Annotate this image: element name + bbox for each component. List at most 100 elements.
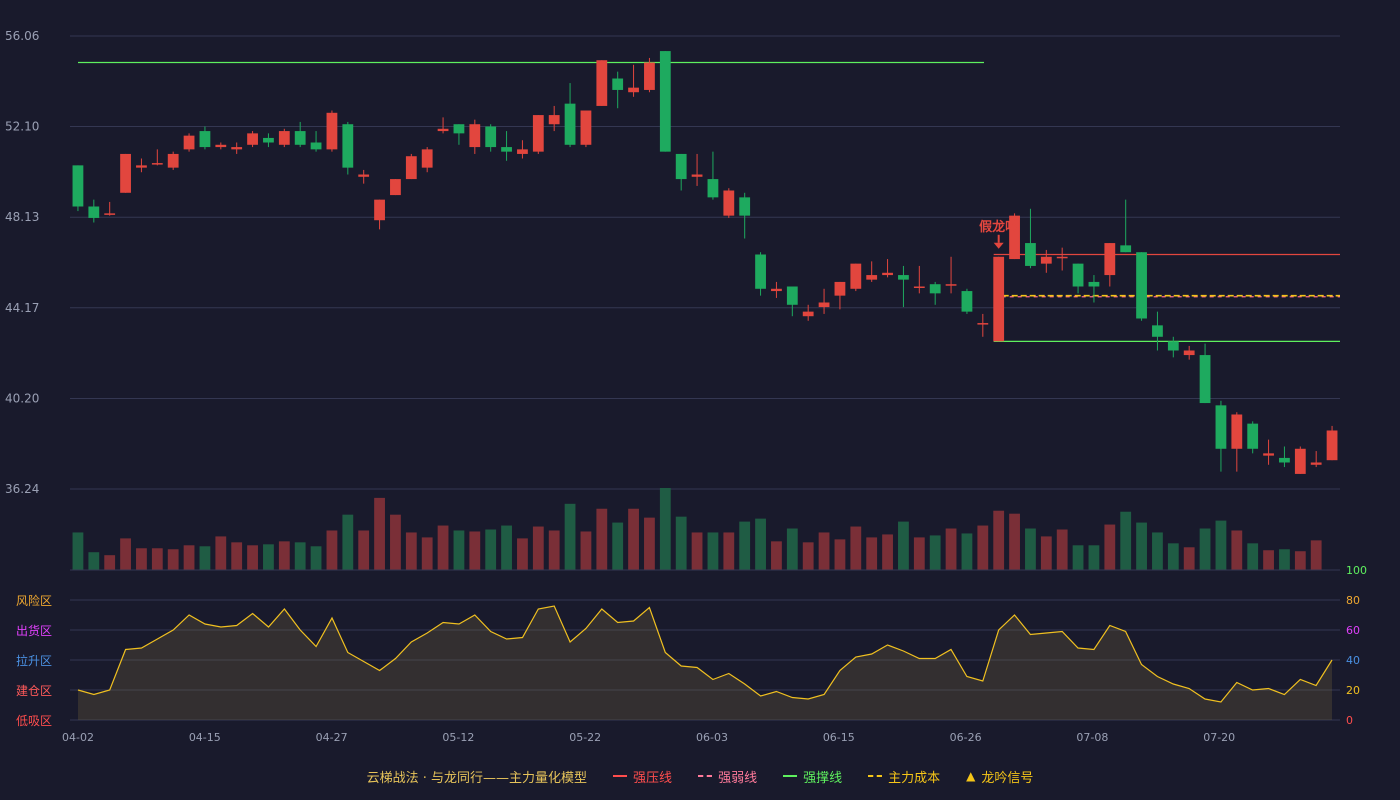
legend-item-strong-pressure[interactable]: 强压线 (613, 767, 672, 786)
volume-bar (786, 528, 798, 570)
volume-bar (612, 522, 624, 570)
candle-body (548, 115, 560, 125)
volume-bar (1152, 532, 1163, 570)
volume-bar (675, 516, 687, 570)
volume-bar (517, 538, 528, 570)
candle-body (215, 144, 227, 148)
candle-body (580, 110, 592, 145)
volume-bar (72, 532, 84, 570)
candle-body (1326, 430, 1338, 461)
candle-body (1183, 350, 1195, 356)
candle-body (183, 135, 195, 150)
volume-bar (739, 521, 751, 570)
signal-label: 假龙吟 (979, 219, 1018, 235)
volume-bar (818, 532, 830, 570)
volume-bar (358, 530, 370, 570)
volume-bar (945, 528, 957, 570)
candle-body (739, 197, 751, 216)
legend-swatch (698, 775, 713, 777)
candle-body (993, 256, 1005, 342)
volume-bar (1231, 530, 1243, 570)
candle-body (1025, 243, 1036, 266)
candle-body (1152, 325, 1163, 337)
candle-body (691, 174, 703, 177)
volume-bar (437, 525, 449, 570)
candle-body (929, 284, 941, 294)
candle-body (390, 179, 401, 196)
candle-body (723, 190, 735, 216)
osc-tick-label: 80 (1346, 594, 1360, 607)
volume-bar (104, 555, 116, 570)
zone-label: 建仓区 (16, 684, 52, 698)
volume-bar (421, 537, 433, 570)
candle-body (532, 115, 544, 152)
volume-bar (326, 530, 338, 570)
legend-item-support[interactable]: 强撑线 (783, 767, 842, 786)
volume-bar (532, 526, 544, 570)
date-tick-label: 04-02 (62, 731, 94, 744)
osc-tick-label: 100 (1346, 564, 1367, 577)
legend-swatch (783, 775, 798, 777)
volume-bar (771, 541, 782, 570)
volume-bar (993, 510, 1005, 570)
candle-body (945, 284, 957, 286)
volume-bar (1294, 551, 1306, 570)
volume-bar (1199, 528, 1211, 570)
volume-bar (374, 497, 385, 570)
legend: 云梯战法 · 与龙同行——主力量化模型 强压线 强弱线 强撑线 主力成本 ▲ 龙… (0, 764, 1400, 788)
volume-bar (913, 537, 925, 570)
candle-body (866, 275, 878, 280)
date-tick-label: 07-08 (1076, 731, 1108, 744)
date-tick-label: 07-20 (1203, 731, 1235, 744)
legend-item-signal[interactable]: ▲ 龙吟信号 (966, 767, 1033, 786)
volume-bar (755, 518, 766, 570)
volume-bar (628, 508, 639, 570)
volume-bar (644, 517, 655, 570)
volume-bar (247, 545, 258, 570)
candle-body (628, 87, 639, 93)
candle-body (326, 112, 338, 150)
volume-bar (231, 542, 243, 570)
price-tick-label: 36.24 (5, 482, 39, 496)
volume-bar (977, 525, 989, 570)
candle-body (1120, 245, 1132, 253)
candle-body (612, 78, 624, 90)
candle-body (136, 165, 147, 168)
legend-label: 龙吟信号 (981, 770, 1034, 786)
candle-body (898, 275, 909, 280)
volume-bar (199, 546, 211, 570)
candle-body (818, 302, 830, 308)
osc-tick-label: 60 (1346, 624, 1360, 637)
candle-body (850, 263, 862, 289)
volume-bar (183, 545, 195, 570)
volume-bar (1136, 522, 1147, 570)
volume-bar (564, 503, 576, 570)
candle-body (1040, 256, 1052, 264)
candle-body (72, 165, 84, 207)
legend-swatch (868, 775, 883, 777)
candle-body (453, 124, 465, 134)
volume-bar (1104, 524, 1116, 570)
date-tick-label: 06-03 (696, 731, 728, 744)
volume-bar (390, 514, 401, 570)
candle-body (247, 133, 258, 145)
candle-body (199, 131, 211, 148)
price-tick-label: 40.20 (5, 391, 39, 405)
osc-tick-label: 20 (1346, 684, 1360, 697)
volume-bar (1009, 513, 1020, 570)
legend-label: 强撑线 (803, 770, 843, 786)
volume-bar (1072, 545, 1084, 570)
volume-bar (1215, 520, 1227, 570)
legend-item-weak-line[interactable]: 强弱线 (698, 767, 757, 786)
volume-bar (834, 539, 846, 570)
volume-bar (1247, 543, 1259, 570)
volume-bar (1263, 550, 1274, 570)
volume-bar (1088, 545, 1100, 570)
candle-body (771, 288, 782, 292)
price-tick-label: 48.13 (5, 210, 39, 224)
candle-body (977, 323, 989, 325)
date-tick-label: 06-26 (950, 731, 982, 744)
volume-bar (120, 538, 131, 570)
volume-bar (1279, 549, 1290, 570)
legend-item-main-cost[interactable]: 主力成本 (868, 767, 940, 786)
